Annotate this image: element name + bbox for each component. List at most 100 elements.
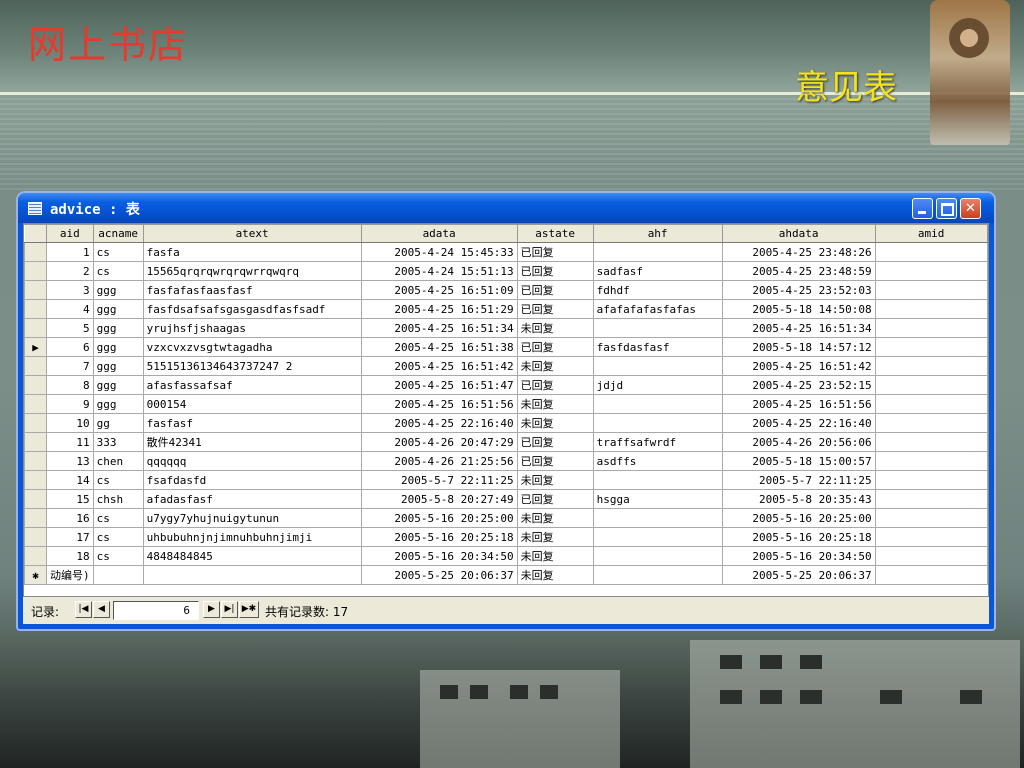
cell-amid[interactable] (874, 261, 988, 281)
cell-aid[interactable]: 5 (46, 318, 94, 338)
cell-ahf[interactable]: asdffs (592, 451, 723, 471)
table-row[interactable]: 2 cs 15565qrqrqwrqrqwrrqwqrq 2005-4-24 15:5… (24, 261, 988, 281)
cell-astate[interactable]: 已回复 (516, 242, 594, 262)
cell-acname[interactable]: cs (92, 546, 144, 566)
cell-atext[interactable]: qqqqqq (142, 451, 362, 471)
cell-atext[interactable]: fasfafasfaasfasf (142, 280, 362, 300)
column-header-acname[interactable]: acname (92, 224, 144, 243)
table-row[interactable]: 8 ggg afasfassafsaf 2005-4-25 16:51:47 已回复 jd… (24, 375, 988, 395)
cell-atext[interactable]: fasfa (142, 242, 362, 262)
current-record-input[interactable]: 6 (113, 601, 199, 620)
window-titlebar[interactable]: advice : 表 ✕ (18, 193, 994, 223)
cell-aid[interactable]: 13 (46, 451, 94, 471)
cell-adata[interactable]: 2005-4-26 20:47:29 (360, 432, 518, 452)
cell-ahf[interactable]: traffsafwrdf (592, 432, 723, 452)
close-button[interactable]: ✕ (960, 198, 981, 219)
header-corner[interactable] (24, 224, 47, 243)
cell-adata[interactable]: 2005-4-25 16:51:09 (360, 280, 518, 300)
row-selector[interactable] (24, 394, 47, 414)
cell-ahdata[interactable]: 2005-5-7 22:11:25 (721, 470, 876, 490)
cell-atext[interactable]: fsafdasfd (142, 470, 362, 490)
new-cell-adata[interactable]: 2005-5-25 20:06:37 (360, 565, 518, 585)
cell-ahf[interactable]: fasfdasfasf (592, 337, 723, 357)
cell-aid[interactable]: 15 (46, 489, 94, 509)
cell-amid[interactable] (874, 318, 988, 338)
cell-aid[interactable]: 2 (46, 261, 94, 281)
cell-ahf[interactable] (592, 527, 723, 547)
new-record-selector[interactable]: ✱ (24, 565, 47, 585)
cell-aid[interactable]: 9 (46, 394, 94, 414)
table-row[interactable]: 11 333 散件42341 2005-4-26 20:47:29 已回复 traffsa… (24, 432, 988, 452)
cell-adata[interactable]: 2005-5-7 22:11:25 (360, 470, 518, 490)
cell-ahdata[interactable]: 2005-4-25 23:48:26 (721, 242, 876, 262)
new-cell-ahf[interactable] (592, 565, 723, 585)
cell-aid[interactable]: 4 (46, 299, 94, 319)
cell-ahdata[interactable]: 2005-4-25 16:51:56 (721, 394, 876, 414)
column-header-aid[interactable]: aid (46, 224, 94, 243)
cell-aid[interactable]: 14 (46, 470, 94, 490)
cell-amid[interactable] (874, 432, 988, 452)
cell-adata[interactable]: 2005-5-16 20:34:50 (360, 546, 518, 566)
cell-astate[interactable]: 已回复 (516, 432, 594, 452)
new-cell-astate[interactable]: 未回复 (516, 565, 594, 585)
row-selector[interactable] (24, 546, 47, 566)
cell-acname[interactable]: cs (92, 470, 144, 490)
cell-ahf[interactable] (592, 242, 723, 262)
cell-acname[interactable]: cs (92, 508, 144, 528)
cell-amid[interactable] (874, 546, 988, 566)
cell-ahdata[interactable]: 2005-5-18 14:57:12 (721, 337, 876, 357)
cell-atext[interactable]: afadasfasf (142, 489, 362, 509)
cell-atext[interactable]: 000154 (142, 394, 362, 414)
cell-amid[interactable] (874, 299, 988, 319)
cell-acname[interactable]: chsh (92, 489, 144, 509)
cell-ahf[interactable] (592, 413, 723, 433)
cell-astate[interactable]: 已回复 (516, 337, 594, 357)
table-row[interactable]: 18 cs 4848484845 2005-5-16 20:34:50 未回复 2005-… (24, 546, 988, 566)
cell-ahdata[interactable]: 2005-4-26 20:56:06 (721, 432, 876, 452)
cell-adata[interactable]: 2005-4-25 16:51:56 (360, 394, 518, 414)
cell-ahdata[interactable]: 2005-5-18 15:00:57 (721, 451, 876, 471)
first-record-icon[interactable]: |◀ (75, 601, 92, 618)
last-record-icon[interactable]: ▶| (221, 601, 238, 618)
cell-ahdata[interactable]: 2005-4-25 23:48:59 (721, 261, 876, 281)
row-selector[interactable] (24, 413, 47, 433)
cell-acname[interactable]: cs (92, 527, 144, 547)
row-selector[interactable] (24, 470, 47, 490)
cell-astate[interactable]: 已回复 (516, 280, 594, 300)
new-cell-aid[interactable]: 动编号) (46, 565, 94, 585)
column-header-ahf[interactable]: ahf (592, 224, 723, 243)
cell-ahdata[interactable]: 2005-4-25 23:52:15 (721, 375, 876, 395)
cell-acname[interactable]: ggg (92, 356, 144, 376)
cell-amid[interactable] (874, 242, 988, 262)
cell-ahf[interactable]: jdjd (592, 375, 723, 395)
cell-atext[interactable]: yrujhsfjshaagas (142, 318, 362, 338)
cell-ahf[interactable]: sadfasf (592, 261, 723, 281)
row-selector[interactable] (24, 299, 47, 319)
row-selector[interactable] (24, 318, 47, 338)
new-cell-amid[interactable] (874, 565, 988, 585)
cell-aid[interactable]: 11 (46, 432, 94, 452)
cell-adata[interactable]: 2005-5-8 20:27:49 (360, 489, 518, 509)
cell-astate[interactable]: 已回复 (516, 451, 594, 471)
cell-astate[interactable]: 未回复 (516, 318, 594, 338)
cell-amid[interactable] (874, 489, 988, 509)
cell-ahdata[interactable]: 2005-4-25 22:16:40 (721, 413, 876, 433)
cell-aid[interactable]: 17 (46, 527, 94, 547)
cell-adata[interactable]: 2005-4-24 15:51:13 (360, 261, 518, 281)
cell-aid[interactable]: 3 (46, 280, 94, 300)
cell-atext[interactable]: fasfdsafsafsgasgasdfasfsadf (142, 299, 362, 319)
cell-atext[interactable]: fasfasf (142, 413, 362, 433)
cell-aid[interactable]: 1 (46, 242, 94, 262)
table-row[interactable]: 15 chsh afadasfasf 2005-5-8 20:27:49 已回复 hsgg… (24, 489, 988, 509)
cell-ahf[interactable]: fdhdf (592, 280, 723, 300)
cell-ahdata[interactable]: 2005-5-18 14:50:08 (721, 299, 876, 319)
cell-astate[interactable]: 未回复 (516, 394, 594, 414)
cell-atext[interactable]: u7ygy7yhujnuigytunun (142, 508, 362, 528)
table-row[interactable]: 9 ggg 000154 2005-4-25 16:51:56 未回复 2005-4-25… (24, 394, 988, 414)
cell-acname[interactable]: ggg (92, 337, 144, 357)
cell-astate[interactable]: 已回复 (516, 375, 594, 395)
cell-atext[interactable]: vzxcvxzvsgtwtagadha (142, 337, 362, 357)
cell-adata[interactable]: 2005-4-25 16:51:38 (360, 337, 518, 357)
cell-acname[interactable]: chen (92, 451, 144, 471)
cell-acname[interactable]: cs (92, 242, 144, 262)
